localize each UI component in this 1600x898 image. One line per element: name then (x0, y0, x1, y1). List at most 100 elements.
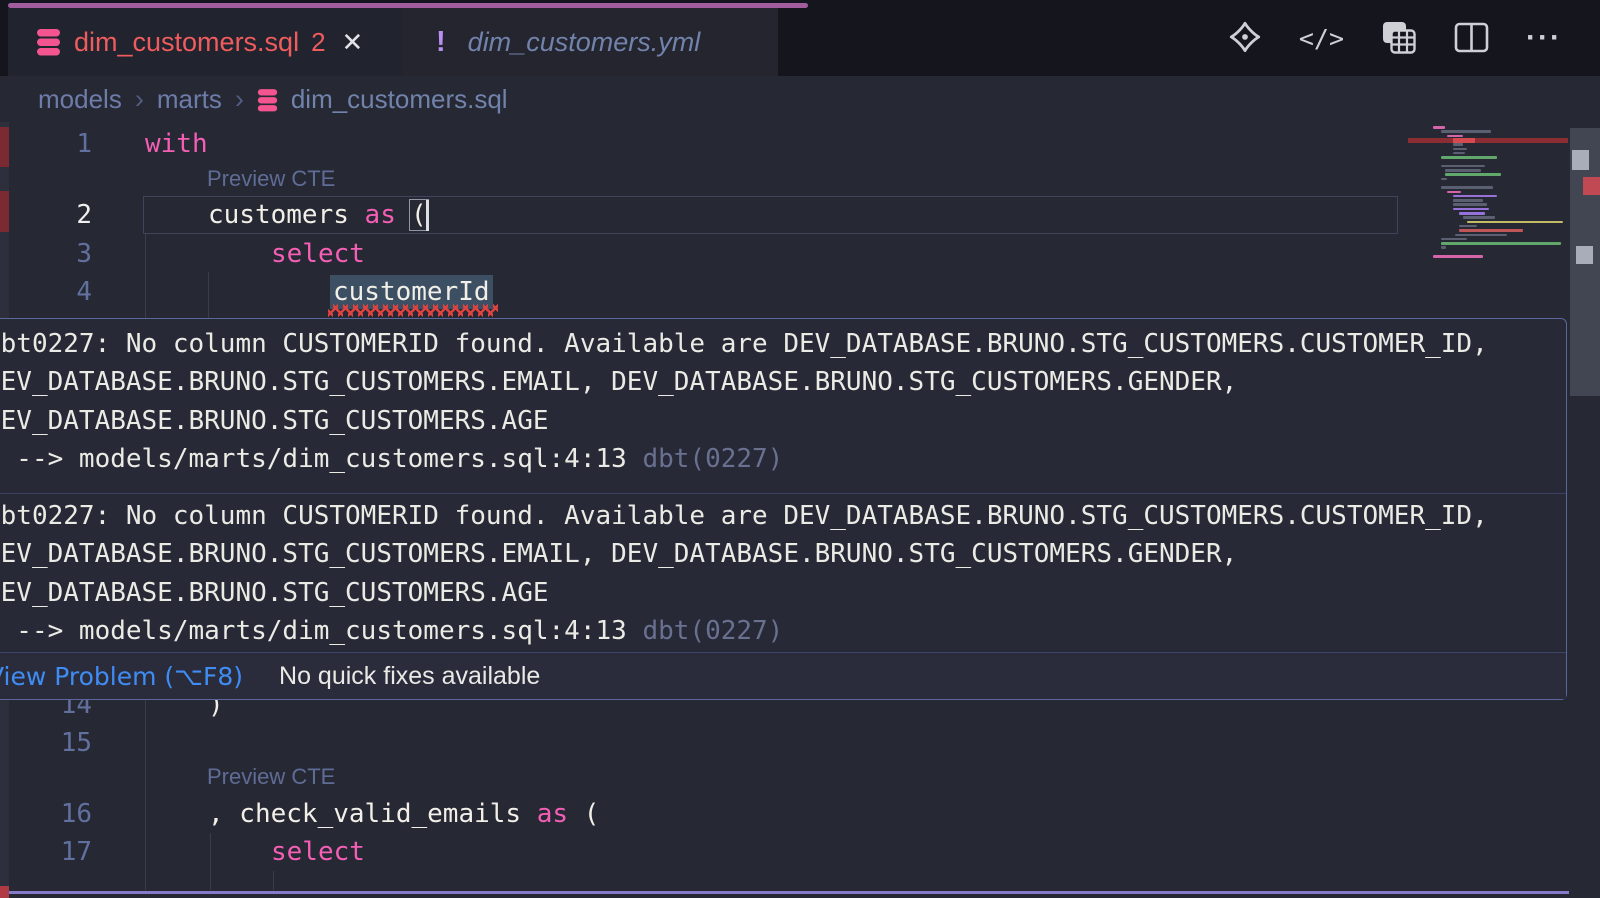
minimap-code-line (1445, 173, 1501, 176)
minimap-code-line (1453, 195, 1497, 198)
code-line-1[interactable]: with (145, 125, 208, 164)
database-icon (257, 85, 278, 113)
codelens-preview-cte[interactable]: Preview CTE (207, 166, 335, 192)
text-cursor (426, 200, 429, 231)
line-number: 4 (0, 273, 92, 312)
minimap-code-line (1447, 191, 1461, 194)
error-text: dbt0227: No column CUSTOMERID found. Ava… (0, 497, 1566, 535)
error-text: DEV_DATABASE.BRUNO.STG_CUSTOMERS.AGE (0, 574, 1566, 612)
breadcrumb: models › marts › dim_customers.sql (38, 76, 508, 122)
keyword-select: select (271, 837, 365, 867)
identifier-customers: customers (208, 200, 365, 230)
more-actions-icon[interactable]: ··· (1526, 21, 1562, 55)
divider (0, 493, 1566, 494)
minimap-code-line (1453, 208, 1489, 211)
overview-ruler-marker (1572, 150, 1589, 170)
minimap-code-line (1441, 246, 1446, 249)
minimap-code-line (1467, 221, 1563, 224)
minimap-code-line (1441, 242, 1561, 245)
minimap-code-line (1441, 178, 1447, 181)
keyword-as: as (365, 200, 396, 230)
panel-border (9, 891, 1569, 894)
error-text: DEV_DATABASE.BRUNO.STG_CUSTOMERS.EMAIL, … (0, 535, 1566, 573)
open-paren: ( (568, 799, 599, 829)
minimap-code-line (1463, 216, 1495, 219)
minimap-code-line (1441, 156, 1497, 159)
minimap-code-line (1441, 130, 1491, 133)
editor-window: dim_customers.sql 2 ✕ ! dim_customers.ym… (0, 0, 1600, 898)
error-location: --> models/marts/dim_customers.sql:4:13 … (0, 612, 1566, 650)
code-line-2[interactable]: customers as ( (208, 196, 426, 235)
breadcrumb-marts[interactable]: marts (157, 84, 222, 115)
dbt-icon[interactable] (1227, 20, 1263, 56)
minimap-code-line (1441, 238, 1467, 241)
error-text: DEV_DATABASE.BRUNO.STG_CUSTOMERS.AGE (0, 402, 1566, 440)
line-number: 17 (0, 833, 92, 872)
minimap-code-line (1459, 225, 1477, 228)
minimap-code-line (1433, 126, 1445, 129)
error-squiggle (328, 304, 498, 317)
error-location: --> models/marts/dim_customers.sql:4:13 … (0, 440, 1566, 478)
close-icon[interactable]: ✕ (342, 27, 364, 58)
error-text: dbt0227: No column CUSTOMERID found. Ava… (0, 325, 1566, 363)
minimap-code-line (1453, 199, 1483, 202)
split-editor-icon[interactable] (1454, 22, 1490, 54)
minimap-code-line (1453, 152, 1465, 155)
scrollbar[interactable] (1570, 0, 1600, 898)
error-text: DEV_DATABASE.BRUNO.STG_CUSTOMERS.EMAIL, … (0, 363, 1566, 401)
minimap[interactable] (1408, 125, 1568, 275)
overview-ruler-marker (1583, 177, 1600, 195)
indent-guide (145, 234, 146, 318)
line-number: 15 (0, 724, 92, 763)
code-line-3[interactable]: select (271, 235, 365, 274)
minimap-code-line (1459, 229, 1523, 232)
compile-code-icon[interactable]: </> (1299, 24, 1344, 53)
minimap-code-line (1455, 234, 1507, 237)
indent-guide (273, 871, 274, 890)
minimap-code-line (1433, 255, 1483, 258)
indent-guide (210, 833, 211, 890)
minimap-error-line (1408, 138, 1568, 143)
minimap-code-line (1459, 212, 1485, 215)
breadcrumb-file[interactable]: dim_customers.sql (291, 84, 508, 115)
query-results-icon[interactable] (1380, 20, 1418, 56)
error-file-path[interactable]: --> models/marts/dim_customers.sql:4:13 (0, 616, 642, 646)
tab-modified-count: 2 (311, 27, 325, 58)
left-error-mark (0, 127, 9, 167)
tab-bar: dim_customers.sql 2 ✕ ! dim_customers.ym… (0, 0, 1600, 76)
indent-guide (208, 272, 209, 318)
minimap-error-token (1453, 138, 1475, 143)
code-line-17[interactable]: select (271, 833, 365, 872)
left-error-mark (0, 886, 9, 898)
diagnostic-block: dbt0227: No column CUSTOMERID found. Ava… (0, 325, 1566, 479)
tab-label: dim_customers.sql (74, 27, 299, 58)
chevron-right-icon: › (235, 84, 244, 115)
indent-guide (145, 700, 146, 890)
line-number: 16 (0, 795, 92, 834)
error-code: dbt(0227) (642, 444, 783, 474)
identifier-check-valid-emails: , check_valid_emails (208, 799, 537, 829)
no-quick-fixes-label: No quick fixes available (279, 662, 540, 691)
minimap-code-line (1445, 169, 1481, 172)
codelens-preview-cte[interactable]: Preview CTE (207, 764, 335, 790)
database-icon (36, 28, 61, 57)
minimap-code-line (1453, 203, 1487, 206)
line-number: 1 (0, 125, 92, 164)
tab-dim-customers-sql[interactable]: dim_customers.sql 2 ✕ (8, 8, 402, 76)
tab-label: dim_customers.yml (468, 27, 701, 58)
error-file-path[interactable]: --> models/marts/dim_customers.sql:4:13 (0, 444, 642, 474)
error-code: dbt(0227) (642, 616, 783, 646)
minimap-code-line (1453, 143, 1463, 146)
minimap-code-line (1447, 135, 1463, 138)
minimap-code-line (1441, 165, 1485, 168)
view-problem-link[interactable]: View Problem (⌥F8) (0, 662, 243, 691)
left-error-mark (0, 191, 9, 232)
code-line-16[interactable]: , check_valid_emails as ( (208, 795, 599, 834)
keyword-with: with (145, 129, 208, 159)
editor-actions: </> ··· (1227, 0, 1562, 76)
tab-dim-customers-yml[interactable]: ! dim_customers.yml (402, 8, 778, 76)
keyword-select: select (271, 239, 365, 269)
error-hover-popup: dbt0227: No column CUSTOMERID found. Ava… (0, 318, 1567, 700)
breadcrumb-models[interactable]: models (38, 84, 122, 115)
warning-icon: ! (436, 26, 446, 59)
